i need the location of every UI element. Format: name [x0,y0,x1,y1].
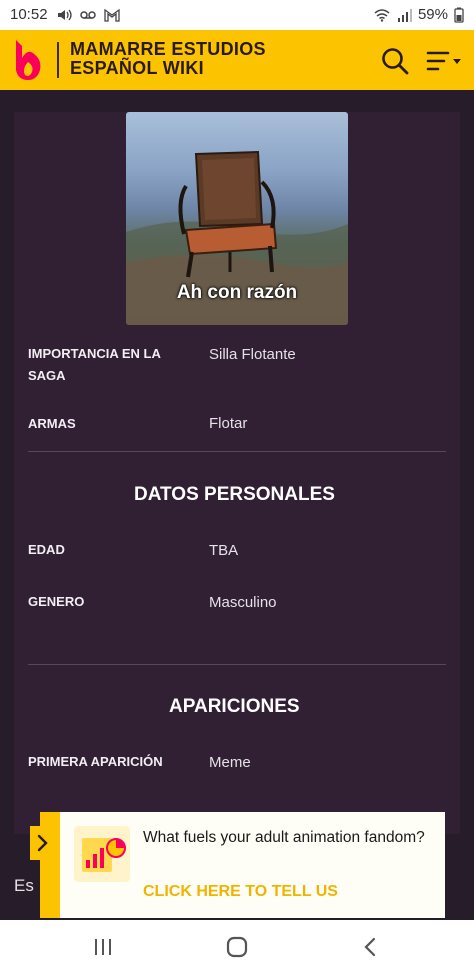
back-icon[interactable] [356,934,386,960]
wiki-title[interactable]: MAMARRE ESTUDIOS ESPAÑOL WIKI [70,40,266,78]
field-value-genero: Masculino [209,594,277,611]
chevron-right-icon [37,834,48,852]
section-title-datos-personales-text: DATOS PERSONALES [134,484,335,505]
infobox-image[interactable]: Ah con razón [126,112,348,325]
gmail-icon [103,8,120,22]
field-value-primera-aparicion[interactable]: Meme [209,753,251,773]
section-title-datos-personales: DATOS PERSONALES [130,483,339,510]
image-caption: Ah con razón [176,282,298,303]
wiki-header: MAMARRE ESTUDIOS ESPAÑOL WIKI [0,30,474,90]
section-title-apariciones-text: APARICIONES [169,696,300,717]
divider [28,664,446,665]
field-value-importancia: Silla Flotante [209,346,296,363]
section-title-apariciones: APARICIONES [165,695,304,722]
ad-question[interactable]: What fuels your adult animation fandom? [143,827,433,849]
recent-apps-icon[interactable] [88,934,118,960]
wiki-title-line1: MAMARRE ESTUDIOS [70,39,266,59]
field-value-armas: Flotar [209,415,248,432]
signal-icon [397,8,412,22]
fandom-flame-icon[interactable] [12,38,44,82]
voicemail-icon [79,10,96,19]
status-bar: 10:52 59% [0,0,474,30]
field-label-importancia: IMPORTANCIA EN LA SAGA [28,343,178,387]
field-label-armas: ARMAS [28,416,76,431]
ad-expand-toggle[interactable] [30,826,56,860]
wiki-title-line2: ESPAÑOL WIKI [70,58,204,78]
header-divider [57,42,59,78]
field-label-importancia-line2: SAGA [28,368,66,383]
battery-icon [454,7,464,23]
battery-level: 59% [417,6,448,23]
field-label-importancia-line1: IMPORTANCIA EN LA [28,346,161,361]
survey-chart-icon [74,826,130,882]
search-icon[interactable] [380,46,410,76]
menu-lines-icon[interactable] [424,48,464,76]
article-text: Es [14,876,34,895]
wifi-icon [374,8,390,22]
home-icon[interactable] [222,934,252,960]
divider [28,451,446,452]
field-label-genero: GENERO [28,594,85,609]
system-nav-bar [0,920,474,974]
field-label-primera-aparicion: PRIMERA APARICIÓN [28,754,163,769]
ad-cta-link[interactable]: CLICK HERE TO TELL US [143,883,338,901]
clock: 10:52 [10,6,48,23]
field-value-edad: TBA [209,542,239,559]
field-label-edad: EDAD [28,542,65,557]
volume-icon [57,9,72,20]
